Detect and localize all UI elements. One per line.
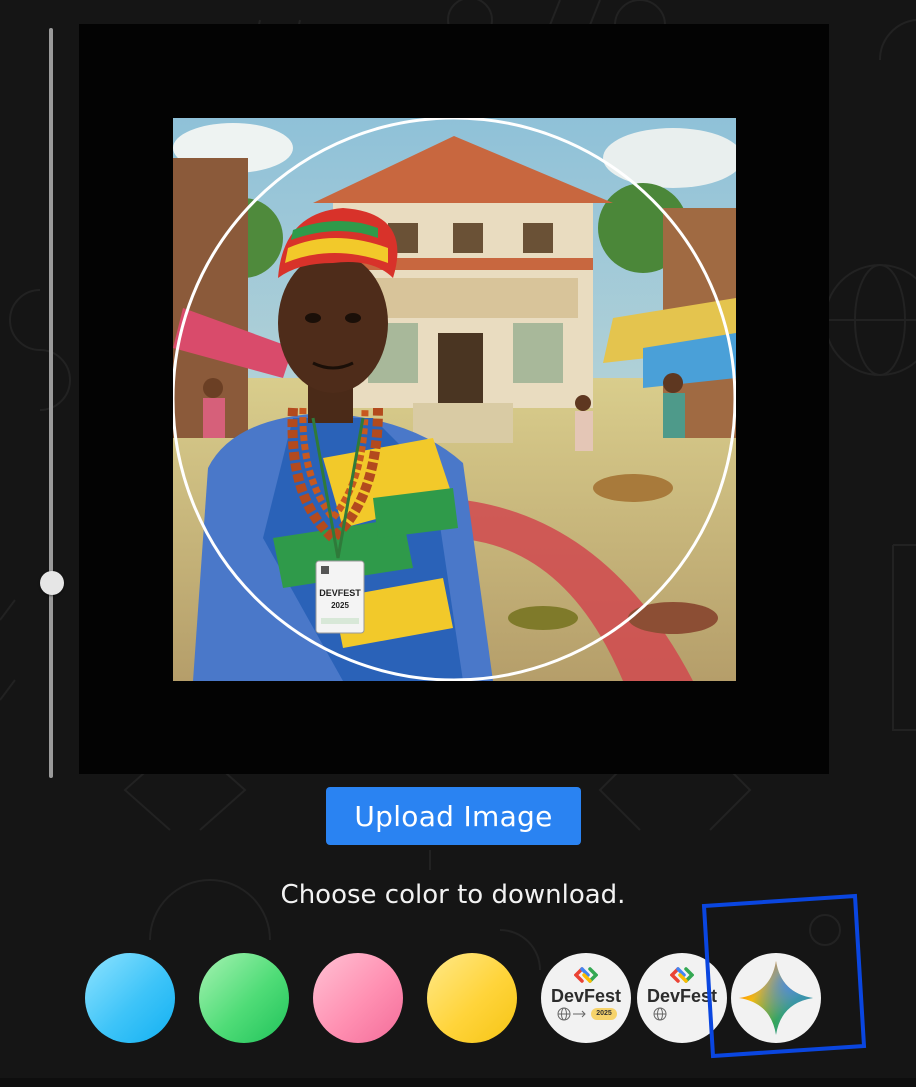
zoom-slider-track[interactable] [49, 28, 53, 778]
badge-year: 2025 [331, 601, 349, 610]
devfest-logo-icon [574, 967, 598, 983]
swatch-yellow[interactable] [427, 953, 517, 1043]
image-editor-canvas[interactable]: DEVFEST 2025 [79, 24, 829, 774]
swatch-blue[interactable] [85, 953, 175, 1043]
uploaded-photo-preview[interactable]: DEVFEST 2025 [173, 118, 736, 681]
devfest-wordmark: DevFest [550, 986, 622, 1006]
globe-arrow-icon [557, 1007, 586, 1021]
swatch-pink[interactable] [313, 953, 403, 1043]
swatch-devfest-2025[interactable]: DevFest 2025 [541, 953, 631, 1043]
portrait-illustration: DEVFEST 2025 [173, 118, 736, 681]
zoom-slider[interactable] [40, 28, 64, 778]
bottom-edge [0, 1078, 916, 1087]
download-instructions: Choose color to download. [280, 880, 626, 910]
globe-icon [653, 1007, 667, 1021]
devfest-logo-icon [670, 967, 694, 983]
upload-image-button[interactable]: Upload Image [326, 787, 581, 845]
zoom-slider-thumb[interactable] [40, 571, 64, 595]
badge-title: DEVFEST [319, 588, 361, 598]
devfest-year-badge: 2025 [591, 1008, 617, 1020]
devfest-wordmark: DevFest [646, 986, 718, 1006]
swatch-devfest-globe[interactable]: DevFest [637, 953, 727, 1043]
swatch-green[interactable] [199, 953, 289, 1043]
swatch-gemini[interactable] [731, 953, 821, 1043]
gemini-sparkle-icon [739, 961, 813, 1035]
